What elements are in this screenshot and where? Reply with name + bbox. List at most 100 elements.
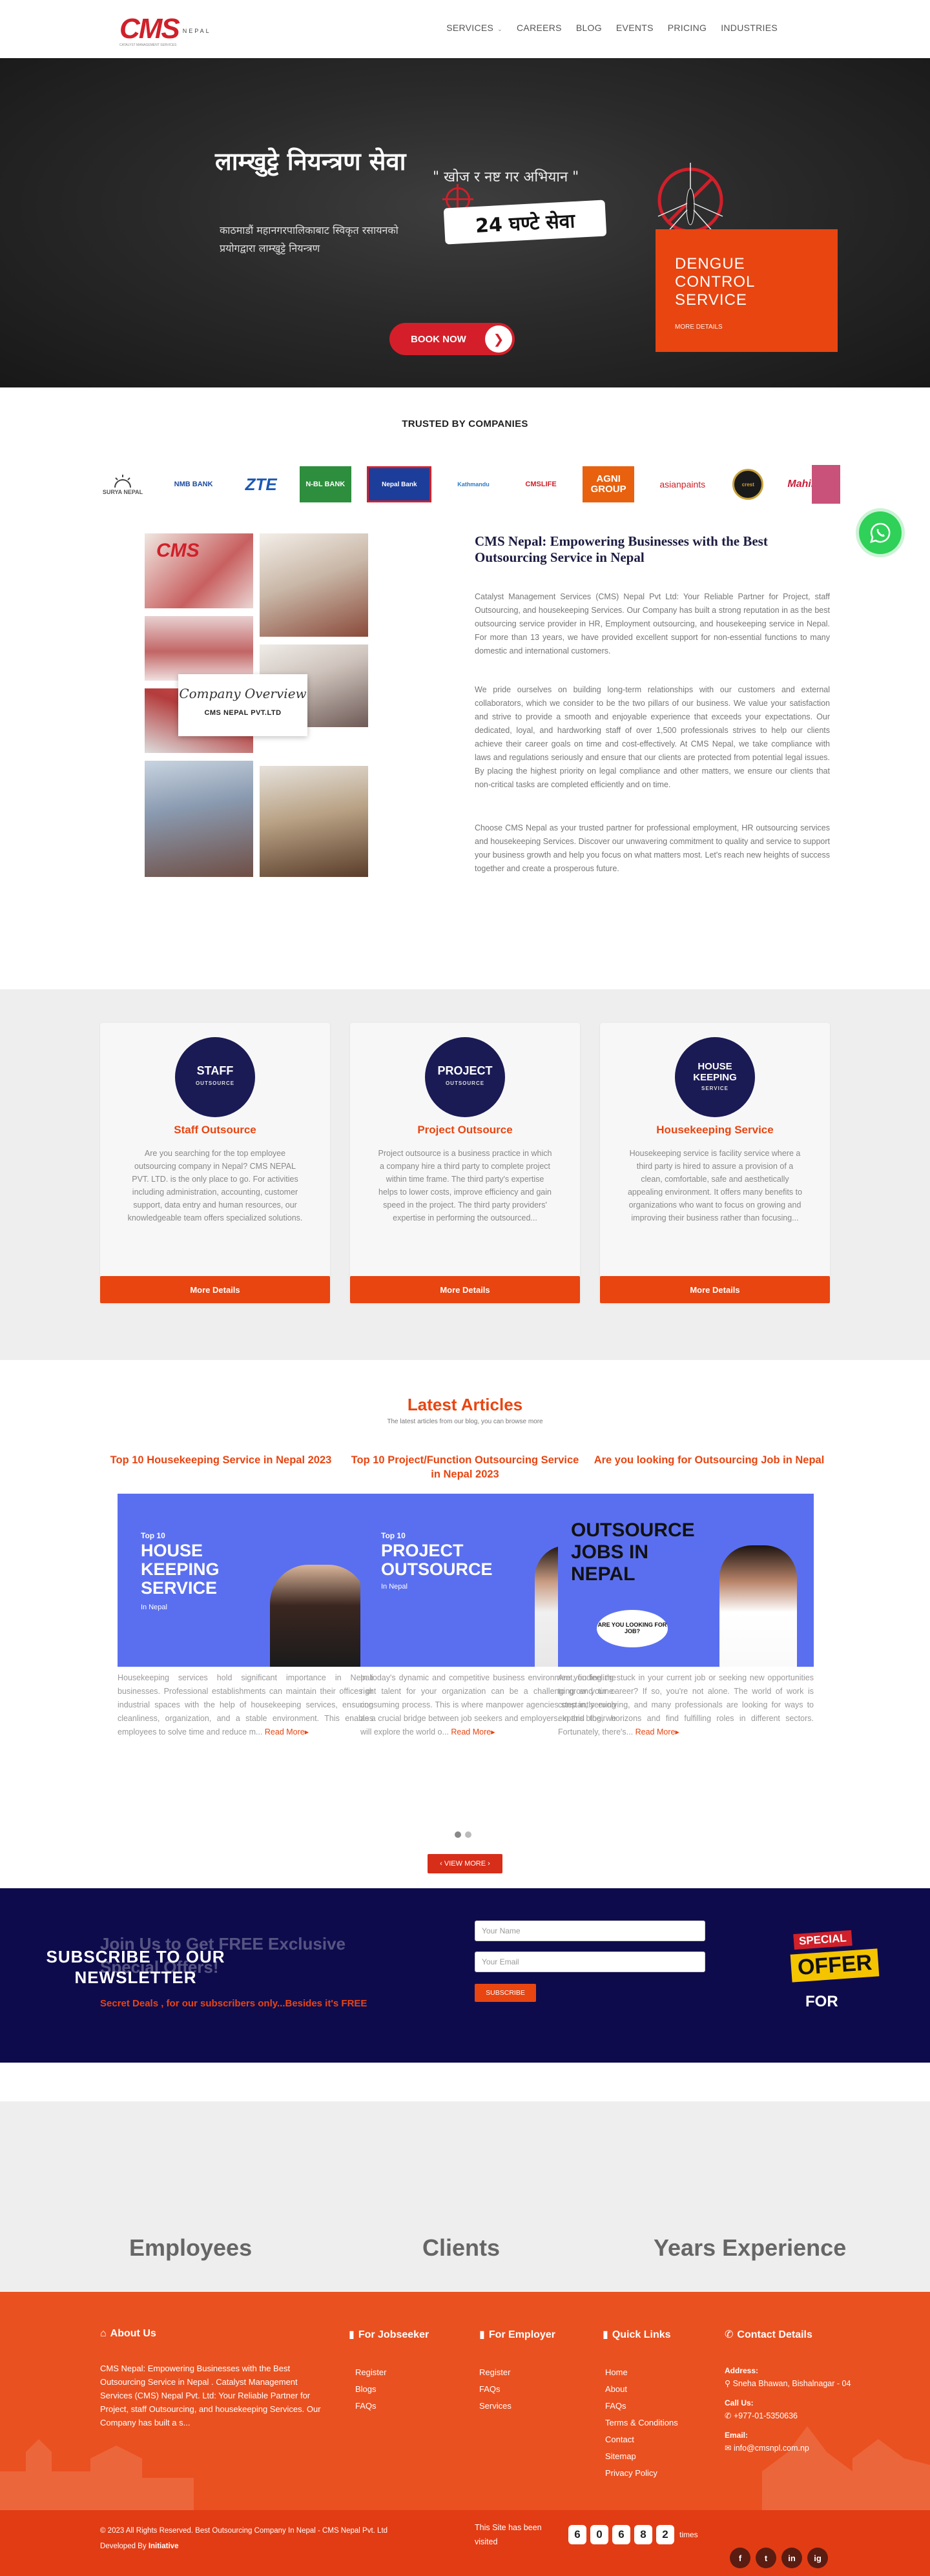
article-image-tail: In Nepal [141, 1603, 167, 1611]
carousel-dot[interactable] [455, 1831, 461, 1838]
site-footer: ⌂ About Us CMS Nepal: Empowering Business… [0, 2292, 930, 2510]
email-text: info@cmsnpl.com.np [733, 2444, 809, 2453]
article-image-small: Top 10 [141, 1531, 165, 1540]
about-paragraph-1: Catalyst Management Services (CMS) Nepal… [475, 592, 830, 655]
footer-contact-details: Address: ⚲ Sneha Bhawan, Bishalnagar - 0… [725, 2364, 854, 2455]
article-image-tail: In Nepal [381, 1583, 408, 1591]
whatsapp-button[interactable] [859, 511, 902, 554]
article-excerpt-text: Housekeeping services hold significant i… [118, 1673, 373, 1736]
project-outsource-icon: PROJECT OUTSOURCE [425, 1037, 505, 1117]
email-value[interactable]: ✉ info@cmsnpl.com.np [725, 2442, 854, 2455]
counter-digit: 6 [568, 2525, 586, 2544]
company-logo-cmslife: CMSLIFE [525, 480, 557, 488]
footer-link[interactable]: Home [605, 2364, 678, 2381]
footer-link[interactable]: Contact [605, 2431, 678, 2448]
footer-employer-links: Register FAQs Services [479, 2364, 512, 2415]
facebook-icon[interactable]: f [730, 2548, 750, 2568]
newsletter-name-input[interactable]: Your Name [475, 1921, 705, 1941]
staff-more-details-button[interactable]: More Details [100, 1276, 330, 1303]
housekeeping-icon: HOUSE KEEPING SERVICE [675, 1037, 755, 1117]
footer-link[interactable]: Services [479, 2398, 512, 2415]
chevron-right-icon: ▸ [491, 1727, 495, 1736]
article-image-big: PROJECT OUTSOURCE [381, 1541, 493, 1579]
nav-events[interactable]: EVENTS [609, 23, 661, 33]
read-more-link[interactable]: Read More [451, 1727, 491, 1736]
book-now-button[interactable]: BOOK NOW ❯ [389, 323, 515, 355]
instagram-icon[interactable]: ig [807, 2548, 828, 2568]
footer-link[interactable]: Sitemap [605, 2448, 678, 2465]
newsletter-email-input[interactable]: Your Email [475, 1952, 705, 1972]
twitter-icon[interactable]: t [756, 2548, 776, 2568]
article-image-small: Top 10 [381, 1531, 406, 1540]
article-image-3[interactable]: OUTSOURCE JOBS IN NEPAL ARE YOU LOOKING … [558, 1494, 814, 1667]
footer-heading-quick: ▮ Quick Links [603, 2328, 671, 2341]
overview-script: Company Overview [179, 686, 307, 701]
site-logo[interactable]: CMS NEPAL CATALYST MANAGEMENT SERVICES [119, 15, 211, 48]
photo-meeting-room [260, 766, 368, 877]
developed-label: Developed By [100, 2542, 147, 2550]
nav-careers[interactable]: CAREERS [510, 23, 569, 33]
service-title: Project Outsource [417, 1124, 513, 1136]
view-more-button[interactable]: ‹ VIEW MORE › [428, 1854, 502, 1873]
footer-link[interactable]: FAQs [479, 2381, 512, 2398]
read-more-link[interactable]: Read More [265, 1727, 305, 1736]
company-logo-nepal-bank: Nepal Bank [367, 466, 432, 502]
footer-link[interactable]: About [605, 2381, 678, 2398]
company-logo-nmb: NMB BANK [174, 480, 213, 488]
offer-bottom: FOR [805, 1993, 838, 2010]
counter-times: times [679, 2530, 698, 2539]
nav-blog[interactable]: BLOG [569, 23, 609, 33]
stat-clients: Clients [422, 2234, 501, 2261]
article-image-1[interactable]: Top 10 HOUSE KEEPING SERVICE In Nepal [118, 1494, 373, 1667]
linkedin-icon[interactable]: in [781, 2548, 802, 2568]
footer-link[interactable]: Privacy Policy [605, 2465, 678, 2482]
chevron-right-icon: › [486, 1860, 490, 1868]
footer-heading-label: Contact Details [737, 2329, 812, 2340]
location-icon: ⚲ [725, 2379, 733, 2388]
footer-heading-jobseeker: ▮ For Jobseeker [349, 2328, 429, 2341]
article-title-2[interactable]: Top 10 Project/Function Outsourcing Serv… [349, 1453, 581, 1481]
housekeeping-more-details-button[interactable]: More Details [600, 1276, 830, 1303]
nav-services[interactable]: SERVICES ⌄ [439, 23, 510, 33]
footer-link[interactable]: Register [355, 2364, 386, 2381]
carousel-dot[interactable] [465, 1831, 471, 1838]
service-title: Staff Outsource [174, 1124, 256, 1136]
service-circle-line1: PROJECT [437, 1064, 493, 1077]
about-title: CMS Nepal: Empowering Businesses with th… [475, 533, 768, 565]
footer-about-text: CMS Nepal: Empowering Businesses with th… [100, 2364, 321, 2427]
service-circle-line2: OUTSOURCE [445, 1080, 485, 1086]
phone-icon: ✆ [725, 2411, 734, 2420]
developer-link[interactable]: Initiative [149, 2542, 179, 2550]
footer-link[interactable]: FAQs [355, 2398, 386, 2415]
articles-heading: Latest Articles [407, 1395, 523, 1414]
call-value[interactable]: ✆ +977-01-5350636 [725, 2409, 854, 2422]
project-more-details-button[interactable]: More Details [350, 1276, 580, 1303]
footer-link[interactable]: Register [479, 2364, 512, 2381]
nav-pricing[interactable]: PRICING [661, 23, 714, 33]
counter-digit: 2 [656, 2525, 674, 2544]
home-icon: ⌂ [100, 2328, 107, 2339]
footer-link[interactable]: Terms & Conditions [605, 2415, 678, 2431]
nav-industries[interactable]: INDUSTRIES [714, 23, 785, 33]
service-desc: Are you searching for the top employee o… [127, 1149, 303, 1222]
company-logo-surya: SURYA NEPAL [97, 466, 149, 502]
address-text: Sneha Bhawan, Bishalnagar - 04 [732, 2379, 851, 2388]
article-title-1[interactable]: Top 10 Housekeeping Service in Nepal 202… [105, 1453, 337, 1467]
page: CMS NEPAL CATALYST MANAGEMENT SERVICES S… [0, 0, 930, 2576]
article-image-tail: ARE YOU LOOKING FOR JOB? [597, 1610, 668, 1647]
overview-company-name: CMS NEPAL PVT.LTD [204, 709, 282, 717]
subscribe-button[interactable]: SUBSCRIBE [475, 1984, 536, 2002]
footer-link[interactable]: FAQs [605, 2398, 678, 2415]
article-title-3[interactable]: Are you looking for Outsourcing Job in N… [593, 1453, 825, 1467]
footer-quick-links: Home About FAQs Terms & Conditions Conta… [605, 2364, 678, 2482]
dengue-more-link[interactable]: MORE DETAILS [675, 324, 818, 331]
photo-person [719, 1545, 797, 1667]
dengue-card[interactable]: DENGUE CONTROL SERVICE MORE DETAILS [656, 229, 838, 352]
service-circle-line1: STAFF [196, 1064, 234, 1077]
service-circle-line2: SERVICE [701, 1085, 728, 1091]
footer-link[interactable]: Blogs [355, 2381, 386, 2398]
about-paragraph-3: Choose CMS Nepal as your trusted partner… [475, 823, 830, 873]
read-more-link[interactable]: Read More [636, 1727, 676, 1736]
counter-digit: 6 [612, 2525, 630, 2544]
photo-logo-text: CMS [156, 540, 200, 561]
